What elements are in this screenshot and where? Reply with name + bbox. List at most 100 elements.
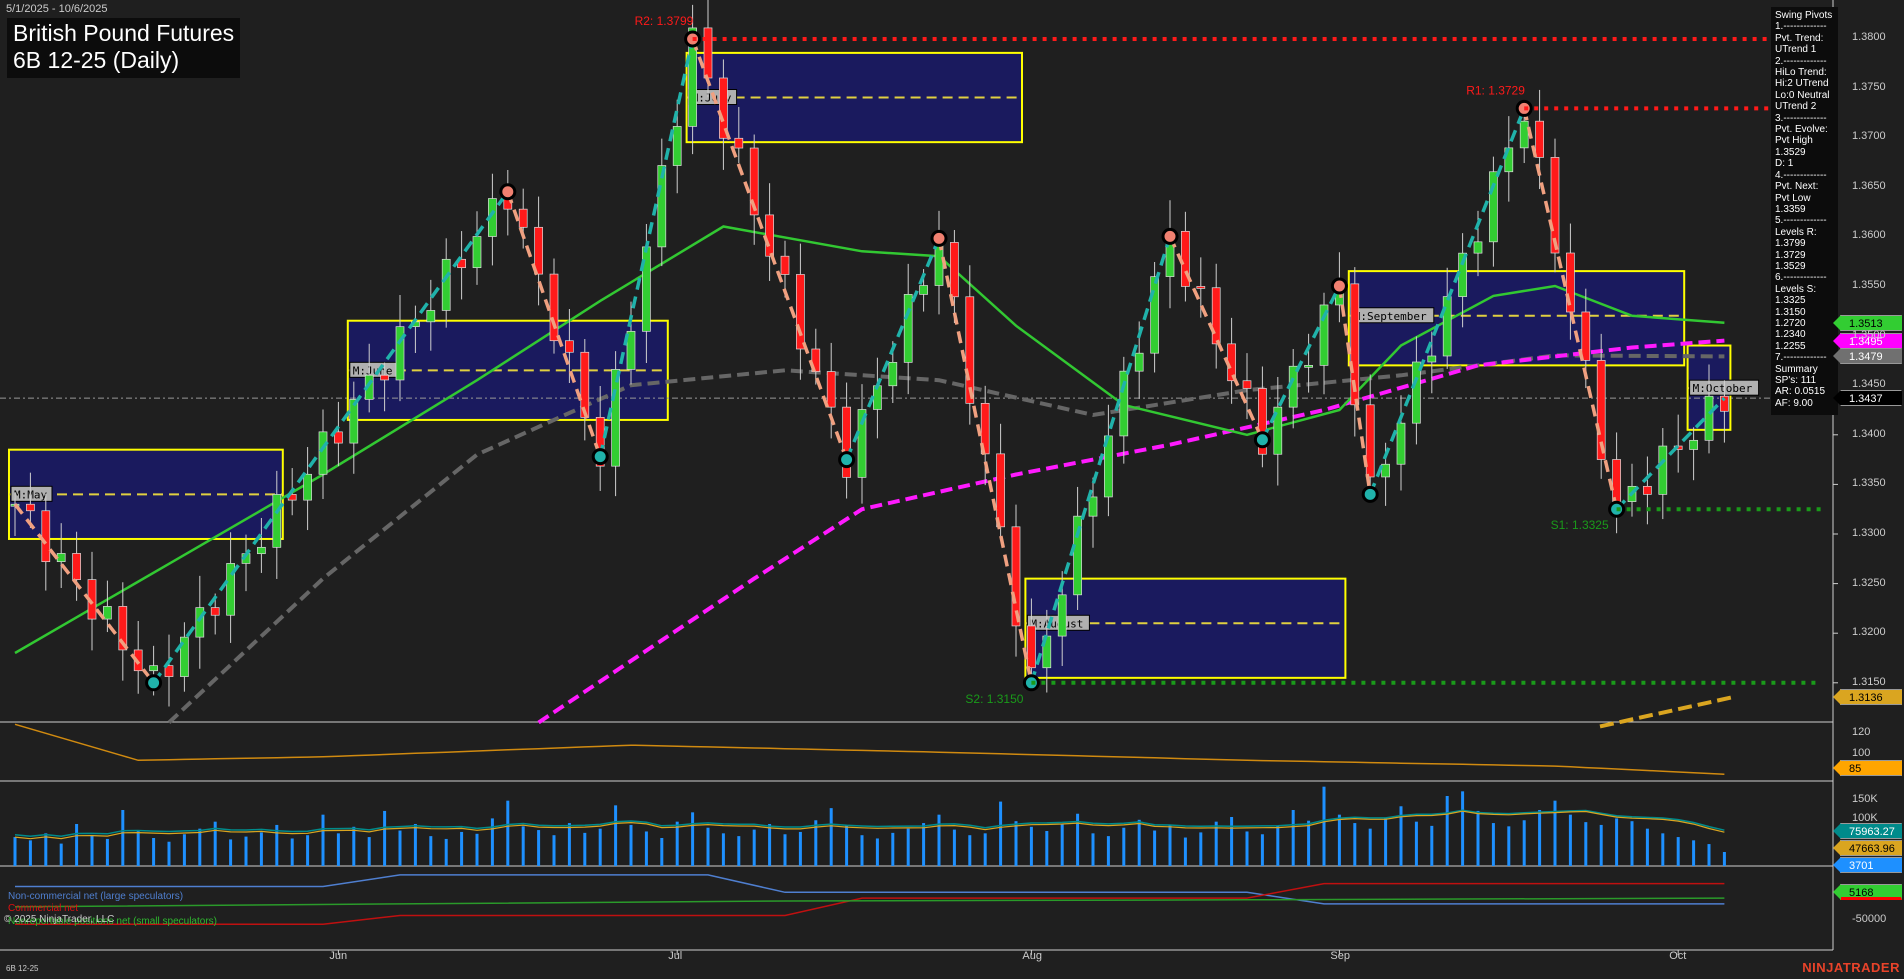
candle-up bbox=[1304, 365, 1313, 368]
volume-bar bbox=[1522, 820, 1526, 866]
volume-bar bbox=[413, 824, 417, 866]
x-tick-label: Jun bbox=[329, 950, 348, 962]
volume-bar bbox=[506, 800, 510, 866]
info-line: Pvt Low bbox=[1775, 192, 1811, 204]
date-range: 5/1/2025 - 10/6/2025 bbox=[6, 3, 108, 15]
y-tick-label: 1.3450 bbox=[1852, 378, 1886, 391]
volume-bar bbox=[644, 831, 648, 866]
zigzag-up-leg bbox=[152, 190, 510, 684]
level-label: S2: 1.3150 bbox=[965, 692, 1023, 706]
info-line: Pvt. Trend: bbox=[1775, 32, 1824, 44]
info-line: AR: 0.0515 bbox=[1775, 386, 1826, 398]
info-line: Pvt. Next: bbox=[1775, 181, 1819, 193]
volume-bar bbox=[768, 824, 772, 866]
candle-down bbox=[996, 453, 1005, 528]
volume-bar bbox=[721, 833, 725, 866]
candle-up bbox=[1057, 594, 1067, 637]
candle-up bbox=[257, 546, 266, 555]
volume-bar bbox=[1353, 823, 1357, 866]
candle-down bbox=[1211, 287, 1221, 345]
info-line: 1.3529 bbox=[1775, 260, 1806, 272]
volume-bar bbox=[537, 830, 541, 866]
volume-bar bbox=[1507, 826, 1511, 866]
volume-bar bbox=[629, 824, 633, 866]
info-line: 1.2720 bbox=[1775, 317, 1806, 329]
price-tag: 1.3479 bbox=[1833, 348, 1902, 365]
volume-bar bbox=[1291, 810, 1295, 866]
candle-down bbox=[950, 242, 959, 298]
swing-pivots-panel: Swing Pivots 1.------------- Pvt. Trend: UT… bbox=[1771, 7, 1838, 416]
info-line: 5.------------- bbox=[1775, 215, 1827, 227]
volume-ma-line bbox=[14, 810, 1725, 840]
candle-down bbox=[1196, 286, 1206, 289]
volume-bar bbox=[1599, 824, 1603, 866]
candle-up bbox=[426, 310, 436, 323]
volume-ma-tag: 47663.96 bbox=[1833, 840, 1902, 856]
info-line: 6.------------- bbox=[1775, 272, 1827, 284]
volume-bar bbox=[444, 838, 448, 866]
candle-up bbox=[272, 494, 282, 548]
volume-bar bbox=[182, 834, 186, 866]
legend-noncommercial: Non-commercial net (large speculators) bbox=[8, 891, 184, 902]
candle-down bbox=[1535, 120, 1544, 158]
info-line: HiLo Trend: bbox=[1775, 67, 1827, 79]
y-tick-label: 1.3300 bbox=[1852, 527, 1886, 539]
volume-bar bbox=[1584, 822, 1588, 866]
volume-value-tag: 3701 bbox=[1833, 857, 1902, 873]
volume-bar bbox=[983, 833, 987, 866]
candle-up bbox=[1658, 445, 1668, 495]
volume-bar bbox=[28, 840, 32, 866]
candle-up bbox=[1704, 395, 1714, 441]
volume-bar bbox=[552, 835, 556, 866]
volume-bar bbox=[1337, 814, 1341, 866]
candle-down bbox=[1027, 625, 1036, 669]
price-chart[interactable]: M:MayM:JuneM:JulyM:AugustM:SeptemberM:Oc… bbox=[0, 0, 1904, 979]
candle-down bbox=[1581, 311, 1591, 361]
candle-down bbox=[41, 510, 51, 563]
candle-up bbox=[672, 126, 682, 166]
candle-up bbox=[149, 665, 158, 672]
volume-bar bbox=[1553, 800, 1557, 866]
swing-high-marker bbox=[1330, 277, 1348, 295]
candle-down bbox=[549, 273, 559, 342]
y-tick-label: 1.3600 bbox=[1852, 229, 1886, 242]
volume-bar bbox=[1445, 796, 1449, 866]
info-line: 1.3359 bbox=[1775, 203, 1806, 215]
volume-bar bbox=[752, 829, 756, 866]
volume-bar bbox=[614, 805, 618, 866]
volume-bar bbox=[860, 835, 864, 866]
info-line: 1.2255 bbox=[1775, 340, 1806, 352]
volume-bar bbox=[1122, 827, 1126, 866]
volume-bar bbox=[1630, 821, 1634, 866]
volume-bar bbox=[90, 835, 94, 866]
volume-bar bbox=[660, 838, 664, 866]
ninjatrader-logo: NINJATRADER bbox=[1802, 960, 1900, 975]
info-line: 2.------------- bbox=[1775, 55, 1827, 67]
y-tick-label: 1.3550 bbox=[1852, 279, 1886, 291]
instrument-name: British Pound Futures bbox=[13, 20, 235, 46]
y-tick-label: 1.3800 bbox=[1852, 31, 1886, 43]
candle-up bbox=[441, 258, 451, 311]
y-tick-label: 1.3200 bbox=[1852, 626, 1886, 639]
volume-bar bbox=[75, 824, 79, 866]
volume-bar bbox=[906, 828, 910, 866]
candle-up bbox=[349, 399, 359, 444]
price-tag: 1.3136 bbox=[1833, 688, 1902, 705]
instrument-contract: 6B 12-25 (Daily) bbox=[13, 47, 180, 73]
volume-bar bbox=[44, 833, 48, 866]
x-tick-label: Sep bbox=[1330, 950, 1350, 962]
swing-low-marker bbox=[145, 674, 163, 692]
volume-bar bbox=[321, 814, 325, 866]
volume-bar bbox=[999, 801, 1003, 866]
volume-bar bbox=[583, 832, 587, 866]
volume-bar bbox=[952, 829, 956, 866]
y-tick-label: 1.3750 bbox=[1852, 80, 1886, 93]
info-line: UTrend 1 bbox=[1775, 44, 1817, 56]
info-line: 1.2340 bbox=[1775, 329, 1806, 341]
volume-bar bbox=[1322, 786, 1326, 866]
volume-bar bbox=[1722, 852, 1726, 866]
volume-bar bbox=[1091, 833, 1095, 866]
volume-bar bbox=[475, 833, 479, 866]
volume-bar bbox=[460, 831, 464, 866]
candle-down bbox=[1242, 380, 1252, 389]
